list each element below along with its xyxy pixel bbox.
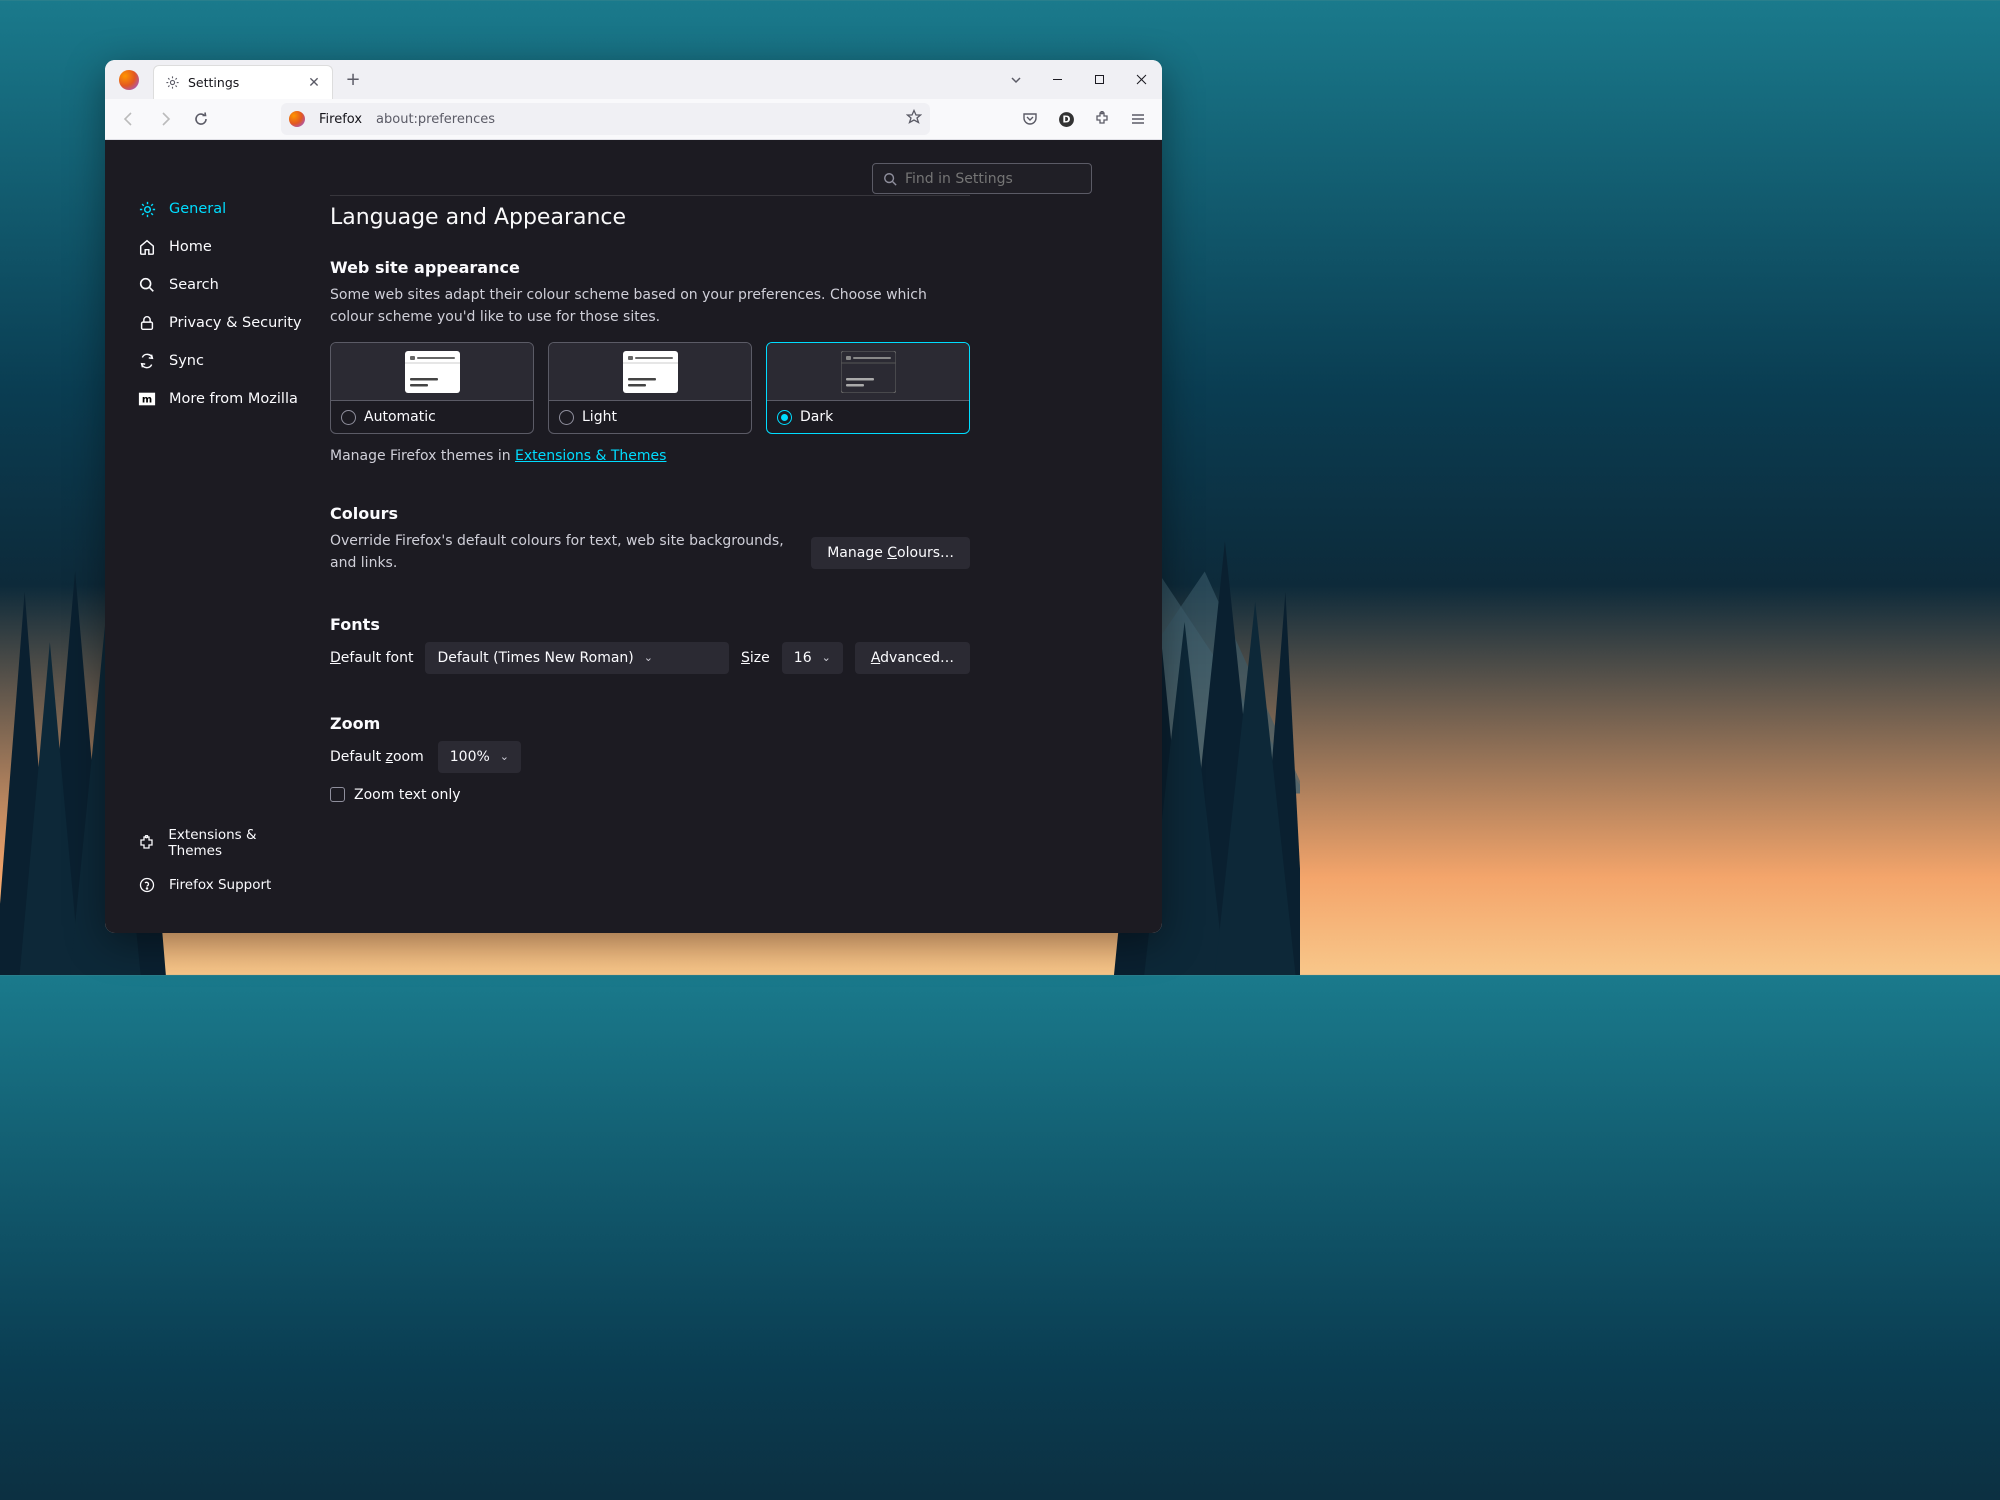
section-title: Language and Appearance (330, 195, 970, 230)
maximize-button[interactable] (1078, 60, 1120, 99)
sidebar-item-label: Extensions & Themes (168, 827, 310, 859)
colours-title: Colours (330, 504, 970, 523)
toolbar: Firefox about:preferences D (105, 99, 1162, 140)
tab-list-button[interactable] (1002, 74, 1030, 86)
preview-automatic (331, 343, 533, 401)
url-text: about:preferences (376, 112, 898, 127)
chevron-down-icon: ⌄ (644, 651, 653, 664)
sidebar-item-label: Firefox Support (169, 877, 271, 893)
close-button[interactable] (1120, 60, 1162, 99)
default-zoom-label: Default zoom (330, 749, 424, 765)
browser-window: Settings ✕ + Firefox about:preferences D… (105, 60, 1162, 933)
sidebar-item-extensions[interactable]: Extensions & Themes (105, 819, 330, 867)
sidebar-item-label: Home (169, 239, 212, 255)
gear-icon (137, 199, 157, 219)
tab-settings[interactable]: Settings ✕ (153, 65, 333, 99)
fonts-title: Fonts (330, 615, 970, 634)
manage-colours-button[interactable]: Manage Colours… (811, 537, 970, 569)
sidebar-item-mozilla[interactable]: m More from Mozilla (105, 380, 330, 418)
tab-title: Settings (188, 75, 298, 90)
lock-icon (137, 313, 157, 333)
appearance-title: Web site appearance (330, 258, 970, 277)
puzzle-icon (137, 833, 156, 853)
chevron-down-icon: ⌄ (822, 651, 831, 664)
sidebar-item-general[interactable]: General (105, 190, 330, 228)
main: Language and Appearance Web site appeara… (330, 140, 1162, 933)
sidebar-item-label: More from Mozilla (169, 391, 298, 407)
default-font-select[interactable]: Default (Times New Roman)⌄ (425, 642, 729, 674)
advanced-fonts-button[interactable]: Advanced… (855, 642, 970, 674)
search-icon (137, 275, 157, 295)
home-icon (137, 237, 157, 257)
extensions-icon[interactable] (1086, 103, 1118, 135)
search-settings-input[interactable] (872, 163, 1092, 194)
back-button[interactable] (113, 103, 145, 135)
mozilla-icon: m (137, 389, 157, 409)
sidebar-item-search[interactable]: Search (105, 266, 330, 304)
tab-strip: Settings ✕ + (105, 60, 1002, 99)
checkbox-label: Zoom text only (354, 787, 461, 803)
reload-button[interactable] (185, 103, 217, 135)
colours-desc: Override Firefox's default colours for t… (330, 531, 795, 574)
option-label: Light (582, 409, 617, 425)
forward-button[interactable] (149, 103, 181, 135)
search-settings (872, 163, 1092, 194)
titlebar: Settings ✕ + (105, 60, 1162, 99)
window-controls (1036, 60, 1162, 99)
default-font-label: Default font (330, 650, 413, 666)
sidebar-item-label: Privacy & Security (169, 315, 302, 331)
sidebar: General Home Search Privacy & Security S… (105, 140, 330, 933)
firefox-icon (289, 111, 305, 127)
radio-icon (777, 410, 792, 425)
appearance-option-light[interactable]: Light (548, 342, 752, 434)
option-label: Dark (800, 409, 833, 425)
preview-light (549, 343, 751, 401)
menu-icon[interactable] (1122, 103, 1154, 135)
zoom-text-only-checkbox[interactable]: Zoom text only (330, 787, 970, 803)
content: General Home Search Privacy & Security S… (105, 140, 1162, 933)
sidebar-item-label: Sync (169, 353, 204, 369)
svg-text:D: D (1062, 114, 1070, 125)
close-icon[interactable]: ✕ (306, 75, 322, 91)
urlbar[interactable]: Firefox about:preferences (281, 103, 930, 135)
sidebar-item-home[interactable]: Home (105, 228, 330, 266)
appearance-options: Automatic Light Dark (330, 342, 970, 434)
account-icon[interactable]: D (1050, 103, 1082, 135)
size-label: Size (741, 650, 770, 666)
sidebar-item-label: Search (169, 277, 219, 293)
zoom-title: Zoom (330, 714, 970, 733)
radio-icon (559, 410, 574, 425)
search-field[interactable] (905, 171, 1081, 187)
sidebar-item-sync[interactable]: Sync (105, 342, 330, 380)
appearance-option-dark[interactable]: Dark (766, 342, 970, 434)
bookmark-star-icon[interactable] (906, 109, 922, 129)
themes-link-line: Manage Firefox themes in Extensions & Th… (330, 448, 970, 464)
minimize-button[interactable] (1036, 60, 1078, 99)
option-label: Automatic (364, 409, 436, 425)
search-icon (883, 172, 897, 186)
new-tab-button[interactable]: + (339, 66, 367, 94)
gear-icon (164, 75, 180, 91)
preview-dark (767, 343, 969, 401)
svg-text:m: m (142, 395, 152, 406)
pocket-icon[interactable] (1014, 103, 1046, 135)
radio-icon (341, 410, 356, 425)
default-zoom-select[interactable]: 100%⌄ (438, 741, 521, 773)
sync-icon (137, 351, 157, 371)
extensions-themes-link[interactable]: Extensions & Themes (515, 448, 666, 464)
checkbox-icon (330, 787, 345, 802)
identity-label: Firefox (313, 110, 368, 129)
chevron-down-icon: ⌄ (500, 750, 509, 763)
font-size-select[interactable]: 16⌄ (782, 642, 843, 674)
appearance-option-automatic[interactable]: Automatic (330, 342, 534, 434)
appearance-desc: Some web sites adapt their colour scheme… (330, 285, 970, 328)
help-icon (137, 875, 157, 895)
sidebar-item-label: General (169, 201, 226, 217)
sidebar-item-support[interactable]: Firefox Support (105, 867, 330, 903)
sidebar-footer: Extensions & Themes Firefox Support (105, 819, 330, 913)
firefox-icon (119, 70, 139, 90)
sidebar-item-privacy[interactable]: Privacy & Security (105, 304, 330, 342)
